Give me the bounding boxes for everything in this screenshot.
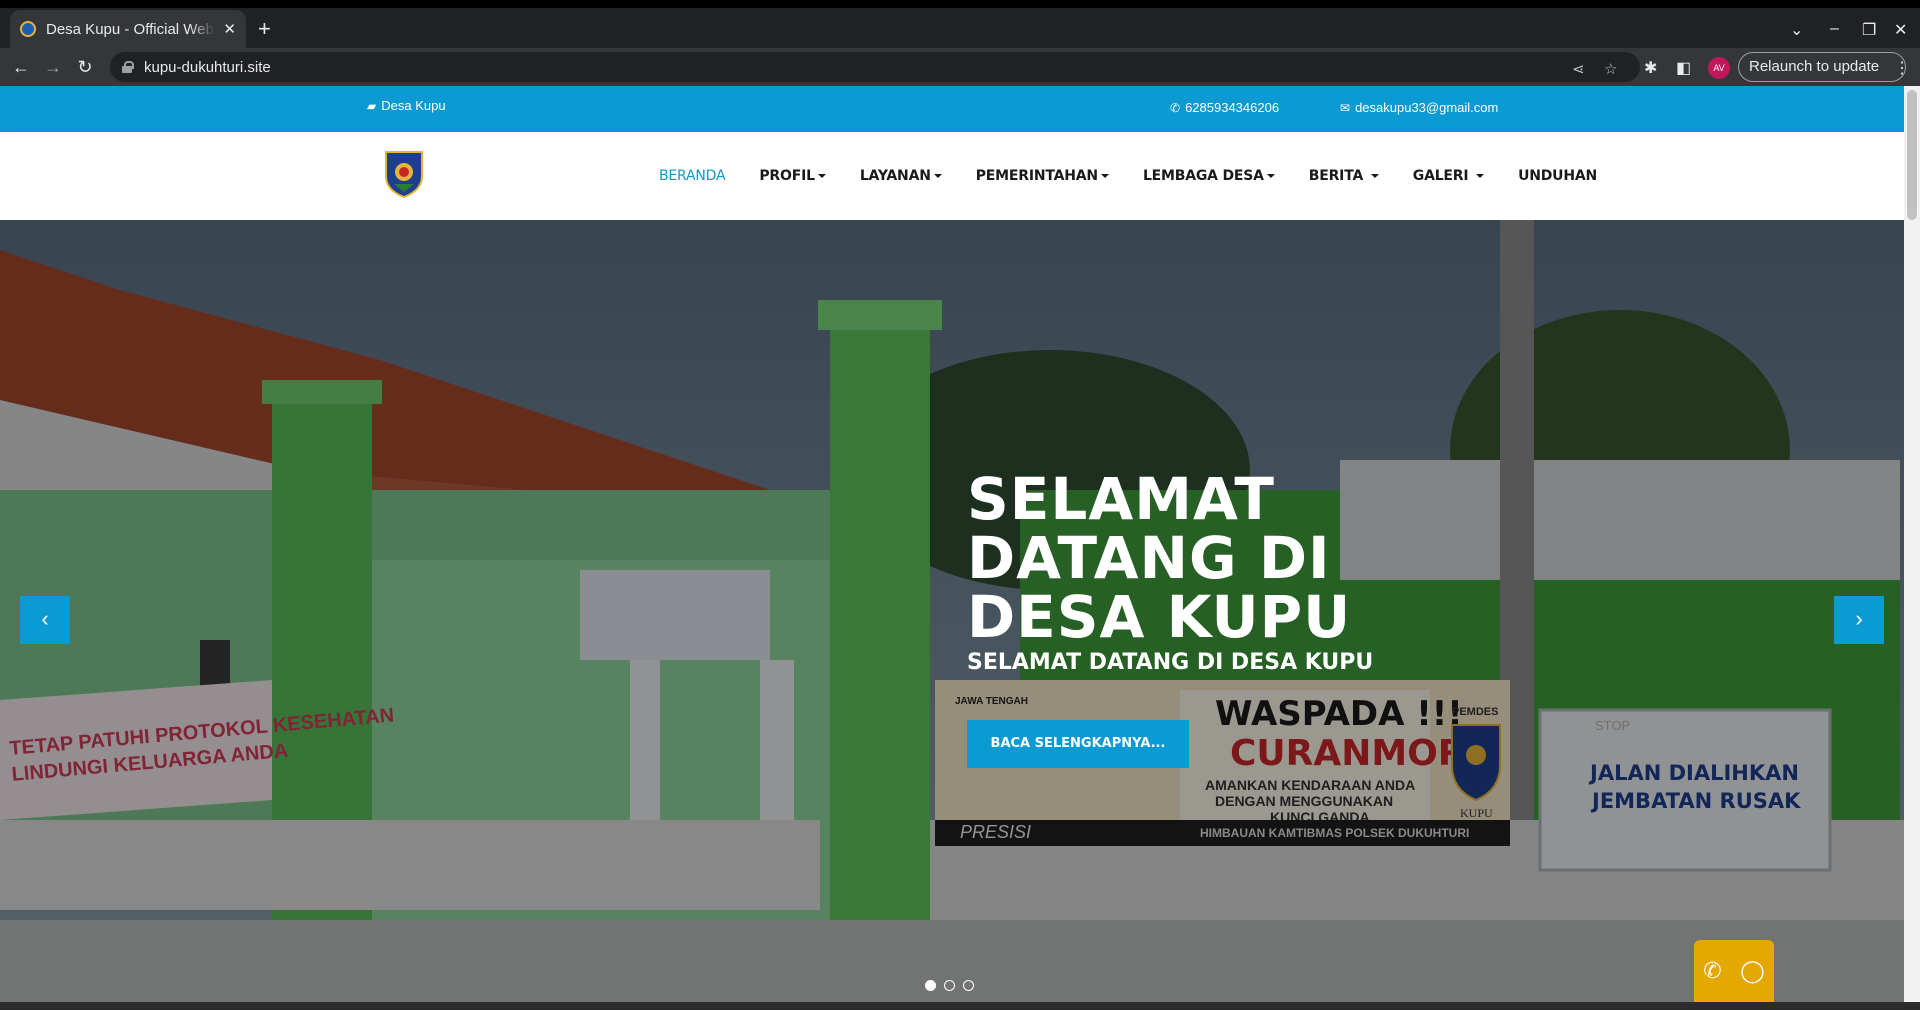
caret-down-icon — [1266, 174, 1275, 178]
slider-prev-button[interactable]: ‹ — [20, 596, 70, 644]
profile-avatar[interactable]: AV — [1708, 57, 1730, 79]
primary-menu: BERANDA PROFIL LAYANAN PEMERINTAHAN LEMB… — [659, 132, 1631, 220]
web-page: ▰ Desa Kupu ✆ 6285934346206 ✉ desakupu33… — [0, 86, 1920, 1002]
forward-icon[interactable]: → — [40, 54, 66, 80]
slide-dot-1[interactable] — [925, 980, 936, 991]
nav-pemerintahan[interactable]: PEMERINTAHAN — [976, 168, 1109, 184]
browser-tab-strip: Desa Kupu - Official Website ✕ + ⌄ – ❐ ✕ — [0, 0, 1920, 48]
bookmark-star-icon[interactable]: ☆ — [1604, 60, 1617, 78]
menu-kebab-icon[interactable]: ⋮ — [1894, 58, 1910, 78]
contact-topbar: ▰ Desa Kupu ✆ 6285934346206 ✉ desakupu33… — [0, 86, 1920, 132]
phone-icon[interactable]: ✆ — [1703, 958, 1721, 984]
phone-link[interactable]: ✆ 6285934346206 — [1170, 100, 1279, 115]
close-tab-icon[interactable]: ✕ — [223, 20, 236, 38]
os-taskbar-edge — [0, 1002, 1920, 1010]
new-tab-icon[interactable]: + — [258, 18, 271, 40]
browser-toolbar: ← → ↻ kupu-dukuhturi.site ⋖ ☆ ✱ ◧ AV Rel… — [0, 48, 1920, 86]
caret-down-icon — [817, 174, 826, 178]
nav-profil[interactable]: PROFIL — [759, 168, 826, 184]
back-icon[interactable]: ← — [8, 54, 34, 80]
slider-indicators — [925, 980, 974, 991]
read-more-button[interactable]: BACA SELENGKAPNYA... — [967, 720, 1189, 768]
caret-down-icon — [1100, 174, 1109, 178]
scrollbar-thumb[interactable] — [1907, 90, 1917, 220]
minimize-icon[interactable]: – — [1830, 20, 1839, 38]
site-name: Desa Kupu — [381, 98, 446, 113]
chevron-right-icon: › — [1855, 606, 1863, 631]
caret-down-icon — [933, 174, 942, 178]
share-icon[interactable]: ⋖ — [1572, 60, 1585, 78]
hero-slider: TETAP PATUHI PROTOKOL KESEHATANLINDUNGI … — [0, 220, 1904, 1002]
caret-down-icon — [1370, 174, 1379, 178]
lock-icon — [122, 61, 134, 73]
site-name-link[interactable]: ▰ Desa Kupu — [367, 98, 446, 113]
nav-galeri[interactable]: GALERI — [1413, 168, 1485, 184]
address-bar[interactable]: kupu-dukuhturi.site ⋖ ☆ — [110, 52, 1640, 82]
email-link[interactable]: ✉ desakupu33@gmail.com — [1340, 100, 1498, 115]
page-scrollbar[interactable] — [1904, 86, 1920, 1002]
envelope-icon: ✉ — [1340, 100, 1351, 115]
close-window-icon[interactable]: ✕ — [1894, 20, 1907, 40]
relaunch-button[interactable]: Relaunch to update — [1738, 52, 1906, 82]
whatsapp-icon: ✆ — [1170, 100, 1181, 115]
floating-contact-widget: ✆ ◯ — [1694, 940, 1774, 1002]
tab-search-icon[interactable]: ⌄ — [1790, 20, 1803, 40]
nav-layanan[interactable]: LAYANAN — [860, 168, 942, 184]
nav-lembaga-desa[interactable]: LEMBAGA DESA — [1143, 168, 1275, 184]
map-icon: ▰ — [367, 98, 377, 113]
email-address: desakupu33@gmail.com — [1355, 100, 1499, 115]
extensions-icon[interactable]: ✱ — [1644, 58, 1657, 78]
slider-next-button[interactable]: › — [1834, 596, 1884, 644]
favicon-icon — [20, 21, 36, 37]
restore-icon[interactable]: ❐ — [1862, 20, 1876, 40]
slide-dot-2[interactable] — [944, 980, 955, 991]
tab-title: Desa Kupu - Official Website — [46, 20, 215, 38]
chevron-left-icon: ‹ — [41, 606, 49, 631]
village-logo[interactable] — [384, 150, 424, 198]
nav-beranda[interactable]: BERANDA — [659, 168, 726, 184]
hero-title: SELAMAT DATANG DI DESA KUPU — [967, 465, 1352, 651]
whatsapp-icon[interactable]: ◯ — [1740, 958, 1765, 984]
hero-background-image: TETAP PATUHI PROTOKOL KESEHATANLINDUNGI … — [0, 220, 1904, 1002]
main-navbar: BERANDA PROFIL LAYANAN PEMERINTAHAN LEMB… — [0, 132, 1920, 220]
phone-number: 6285934346206 — [1185, 100, 1280, 115]
reload-icon[interactable]: ↻ — [72, 54, 98, 80]
nav-berita[interactable]: BERITA — [1309, 168, 1379, 184]
slide-dot-3[interactable] — [963, 980, 974, 991]
url-text: kupu-dukuhturi.site — [144, 58, 271, 76]
hero-subtitle: SELAMAT DATANG DI DESA KUPU — [967, 650, 1374, 675]
nav-unduhan[interactable]: UNDUHAN — [1518, 168, 1597, 184]
caret-down-icon — [1476, 174, 1485, 178]
side-panel-icon[interactable]: ◧ — [1676, 58, 1691, 78]
browser-tab[interactable]: Desa Kupu - Official Website ✕ — [10, 10, 246, 48]
